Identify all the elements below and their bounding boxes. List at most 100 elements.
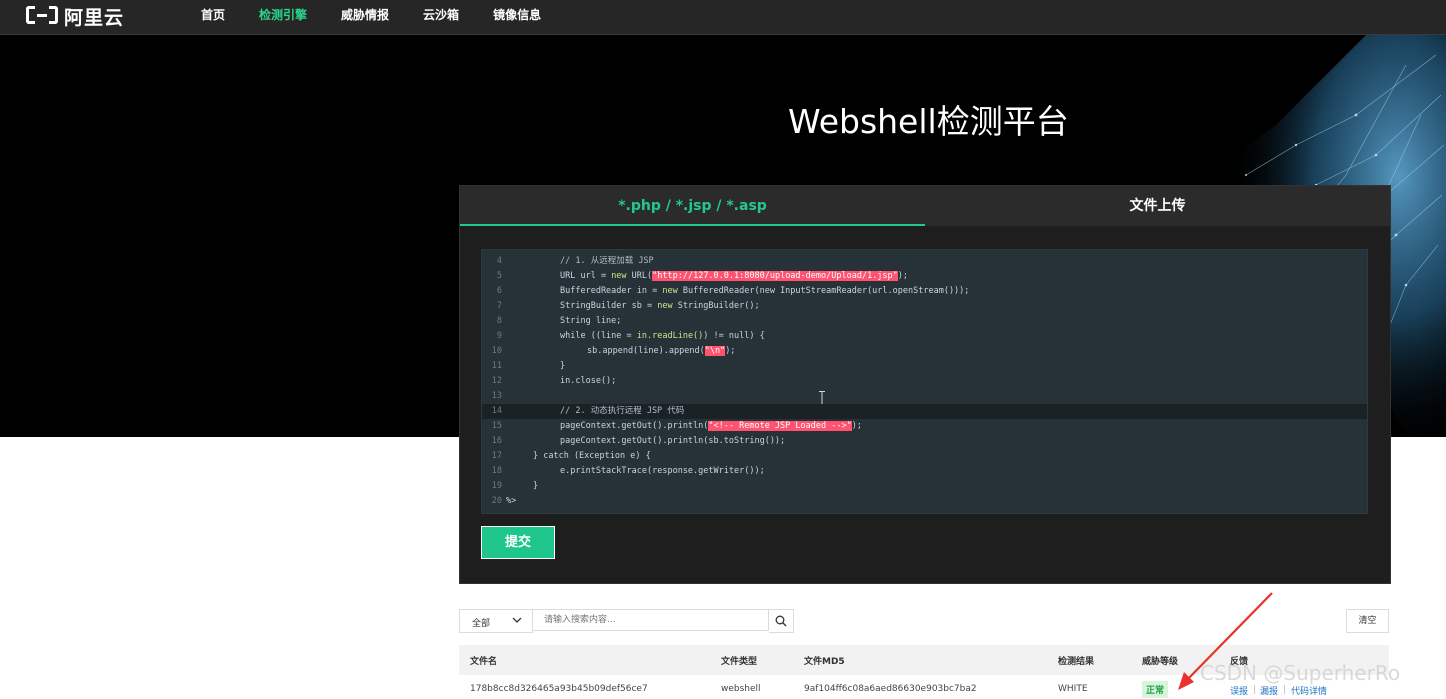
line-number: 6 — [496, 286, 502, 296]
code-text: URL url = new URL("http://127.0.0.1:8080… — [560, 269, 908, 284]
code-token: in.close(); — [560, 376, 617, 386]
code-text: // 2. 动态执行远程 JSP 代码 — [560, 404, 684, 419]
code-token: } — [560, 361, 566, 371]
code-token: pageContext.getOut().println( — [560, 421, 709, 431]
code-line: 4 // 1. 从远程加载 JSP — [482, 254, 1367, 269]
code-line: 6 BufferedReader in = new BufferedReader(… — [482, 284, 1367, 299]
csdn-watermark: CSDN @SuperherRo — [1200, 661, 1401, 685]
main-nav: 首页 检测引擎 威胁情报 云沙箱 镜像信息 — [184, 0, 558, 24]
code-detail-link[interactable]: 代码详情 — [1291, 684, 1327, 697]
code-line: 16 pageContext.getOut().println(sb.toStri… — [482, 434, 1367, 449]
code-text: pageContext.getOut().println("<!-- Remot… — [560, 419, 862, 434]
line-number: 12 — [491, 376, 502, 386]
line-number: 9 — [496, 331, 502, 341]
line-number: 13 — [491, 391, 502, 401]
code-text: while ((line = in.readLine()) != null) { — [560, 329, 765, 344]
line-number: 4 — [496, 256, 502, 266]
code-line: 9 while ((line = in.readLine()) != null) … — [482, 329, 1367, 344]
code-token: sb.append(line).append( — [587, 346, 705, 356]
code-token: BufferedReader in = — [560, 286, 663, 296]
threat-level-badge: 正常 — [1142, 681, 1169, 698]
aliyun-logo-icon — [26, 6, 58, 26]
nav-item-home[interactable]: 首页 — [201, 6, 225, 24]
col-filetype: 文件类型 — [721, 657, 758, 667]
string-literal: "<!-- Remote JSP Loaded -->" — [708, 421, 852, 431]
code-line: 20 %> — [482, 494, 1367, 509]
cell-md5: 9af104ff6c08a6aed86630e903bc7ba2 — [804, 684, 977, 694]
string-literal: "http://127.0.0.1:8080/upload-demo/Uploa… — [652, 271, 898, 281]
false-positive-link[interactable]: 误报 — [1230, 684, 1248, 697]
line-number: 20 — [491, 496, 502, 506]
code-line: 15 pageContext.getOut().println("<!-- Rem… — [482, 419, 1367, 434]
line-number: 11 — [491, 361, 502, 371]
line-number: 19 — [491, 481, 502, 491]
code-line: 17} catch (Exception e) { — [482, 449, 1367, 464]
code-token: URL url = — [560, 271, 612, 281]
code-text: } — [533, 479, 538, 494]
code-text: StringBuilder sb = new StringBuilder(); — [560, 299, 760, 314]
code-token: e.printStackTrace(response.getWriter()); — [560, 466, 765, 476]
line-number: 5 — [496, 271, 502, 281]
line-number: 10 — [491, 346, 502, 356]
code-text: sb.append(line).append("\n"); — [587, 344, 735, 359]
code-text: in.close(); — [560, 374, 616, 389]
search-button[interactable] — [769, 609, 794, 633]
code-token: } catch (Exception e) { — [533, 451, 651, 461]
line-number: 8 — [496, 316, 502, 326]
nav-item-detection-engine[interactable]: 检测引擎 — [259, 6, 307, 24]
code-editor[interactable]: 4 // 1. 从远程加载 JSP 5 URL url = new URL("http… — [481, 249, 1368, 514]
code-token: new — [611, 271, 627, 281]
search-input[interactable] — [533, 609, 769, 631]
tab-code-input[interactable]: *.php / *.jsp / *.asp — [460, 186, 925, 226]
nav-item-cloud-sandbox[interactable]: 云沙箱 — [423, 6, 459, 24]
code-token: while ((line = — [560, 331, 637, 341]
code-text: } catch (Exception e) { — [533, 449, 651, 464]
code-token: StringBuilder(); — [672, 301, 760, 311]
code-token: ) != null) { — [703, 331, 765, 341]
code-token: in.readLine() — [636, 331, 704, 341]
cell-result: WHITE — [1058, 684, 1088, 694]
submit-button[interactable]: 提交 — [481, 526, 555, 559]
code-line: 10 sb.append(line).append("\n"); — [482, 344, 1367, 359]
line-number: 14 — [491, 406, 502, 416]
code-line: 14 // 2. 动态执行远程 JSP 代码 — [482, 404, 1367, 419]
line-number: 18 — [491, 466, 502, 476]
code-token: new — [657, 301, 673, 311]
code-text: pageContext.getOut().println(sb.toString… — [560, 434, 785, 449]
code-token: ); — [851, 421, 862, 431]
code-line: 18 e.printStackTrace(response.getWriter()… — [482, 464, 1367, 479]
code-token: BufferedReader(new InputStreamReader(url… — [677, 286, 970, 296]
line-number: 7 — [496, 301, 502, 311]
col-result: 检测结果 — [1058, 657, 1095, 667]
code-text: e.printStackTrace(response.getWriter()); — [560, 464, 765, 479]
code-line: 8 String line; — [482, 314, 1367, 329]
code-text: %> — [506, 494, 516, 509]
nav-item-threat-intel[interactable]: 威胁情报 — [341, 6, 389, 24]
clear-button[interactable]: 清空 — [1346, 609, 1389, 633]
false-negative-link[interactable]: 漏报 — [1260, 684, 1278, 697]
code-token: } — [533, 481, 539, 491]
code-line: 13 — [482, 389, 1367, 404]
code-token: String line; — [560, 316, 622, 326]
nav-item-image-info[interactable]: 镜像信息 — [493, 6, 541, 24]
search-icon — [775, 615, 787, 627]
col-filename: 文件名 — [470, 657, 498, 667]
code-text: BufferedReader in = new BufferedReader(n… — [560, 284, 969, 299]
detection-panel: *.php / *.jsp / *.asp 文件上传 4 // 1. 从远程加载 … — [459, 185, 1391, 584]
category-select-value: 全部 — [472, 619, 491, 629]
code-line: 12 in.close(); — [482, 374, 1367, 389]
page-title: Webshell检测平台 — [788, 102, 1069, 141]
divider — [1284, 685, 1285, 694]
line-number: 15 — [491, 421, 502, 431]
code-token: pageContext.getOut().println(sb.toString… — [560, 436, 786, 446]
col-threat-level: 威胁等级 — [1142, 657, 1179, 667]
aliyun-logo[interactable]: 阿里云 — [26, 3, 124, 29]
tab-file-upload[interactable]: 文件上传 — [925, 186, 1390, 226]
code-text: } — [560, 359, 565, 374]
category-select[interactable]: 全部 — [459, 609, 533, 633]
string-literal: "\n" — [704, 346, 726, 356]
code-line: 5 URL url = new URL("http://127.0.0.1:808… — [482, 269, 1367, 284]
chevron-down-icon — [512, 617, 522, 623]
panel-tabs: *.php / *.jsp / *.asp 文件上传 — [460, 186, 1390, 226]
code-token: ); — [725, 346, 736, 356]
